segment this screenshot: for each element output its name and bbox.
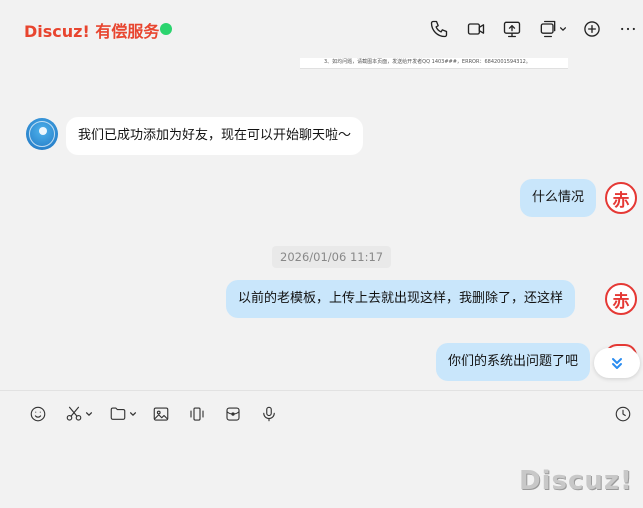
message-bubble-incoming[interactable]: 我们已成功添加为好友，现在可以开始聊天啦～ xyxy=(66,117,364,155)
avatar-glyph: 赤 xyxy=(612,190,630,211)
add-member-button[interactable] xyxy=(582,17,602,41)
screen-share-button[interactable] xyxy=(502,17,522,41)
more-options-button[interactable] xyxy=(618,17,638,41)
scroll-to-bottom-button[interactable] xyxy=(594,348,640,378)
message-text: 我们已成功添加为好友，现在可以开始聊天啦～ xyxy=(78,128,352,143)
folder-icon xyxy=(110,407,126,420)
shake-button[interactable] xyxy=(188,404,206,424)
chat-title: Discuz! 有偿服务 xyxy=(24,22,160,41)
screenshot-button[interactable] xyxy=(65,404,93,424)
video-call-button[interactable] xyxy=(466,17,486,41)
scissors-icon xyxy=(66,406,82,421)
phone-icon xyxy=(430,20,448,38)
chevron-down-icon xyxy=(85,412,93,416)
avatar-glyph: 赤 xyxy=(612,291,630,312)
screen-share-icon xyxy=(503,21,521,38)
image-message-preview[interactable]: 3、如均问题，请截图本页面，发送给开发者QQ 1403###，ERROR：684… xyxy=(300,58,568,69)
clock-icon xyxy=(615,406,631,422)
image-button[interactable] xyxy=(152,404,170,424)
watermark-logo: Discuz! xyxy=(519,466,633,496)
red-packet-icon xyxy=(226,407,240,421)
remote-assist-button[interactable] xyxy=(538,17,567,41)
shake-phone-icon xyxy=(190,407,204,421)
message-text: 什么情况 xyxy=(532,190,585,205)
history-button[interactable] xyxy=(614,404,632,424)
message-list[interactable]: 3、如均问题，请截图本页面，发送给开发者QQ 1403###，ERROR：684… xyxy=(6,58,643,390)
message-text: 以前的老模板，上传上去就出现这样，我删除了，还这样 xyxy=(238,291,564,306)
file-button[interactable] xyxy=(109,404,137,424)
self-avatar[interactable]: 赤 xyxy=(605,182,637,214)
chevron-down-icon xyxy=(129,412,137,416)
contact-avatar[interactable] xyxy=(26,118,58,150)
message-bubble-outgoing[interactable]: 什么情况 xyxy=(520,179,597,217)
message-bubble-outgoing[interactable]: 你们的系统出问题了吧 xyxy=(436,343,591,381)
double-chevron-down-icon xyxy=(612,358,622,369)
voice-call-button[interactable] xyxy=(429,17,449,41)
microphone-icon xyxy=(263,406,275,422)
gift-button[interactable] xyxy=(224,404,242,424)
avatar-logo-icon xyxy=(29,121,55,147)
more-dots-icon xyxy=(621,27,635,31)
message-timestamp: 2026/01/06 11:17 xyxy=(272,246,392,268)
voice-message-button[interactable] xyxy=(260,404,278,424)
chevron-down-icon xyxy=(559,27,567,31)
emoji-button[interactable] xyxy=(29,404,47,424)
emoji-icon xyxy=(30,406,46,422)
message-text: 你们的系统出问题了吧 xyxy=(448,354,579,369)
image-preview-text: 3、如均问题，请截图本页面，发送给开发者QQ 1403###，ERROR：684… xyxy=(324,59,531,65)
image-icon xyxy=(153,407,169,421)
video-camera-icon xyxy=(467,23,485,35)
add-circle-icon xyxy=(584,21,600,37)
online-status-dot xyxy=(160,23,172,35)
remote-desktop-icon xyxy=(540,20,556,38)
chat-header: Discuz! 有偿服务 xyxy=(0,0,643,58)
self-avatar[interactable]: 赤 xyxy=(605,283,637,315)
message-bubble-outgoing[interactable]: 以前的老模板，上传上去就出现这样，我删除了，还这样 xyxy=(226,280,576,318)
